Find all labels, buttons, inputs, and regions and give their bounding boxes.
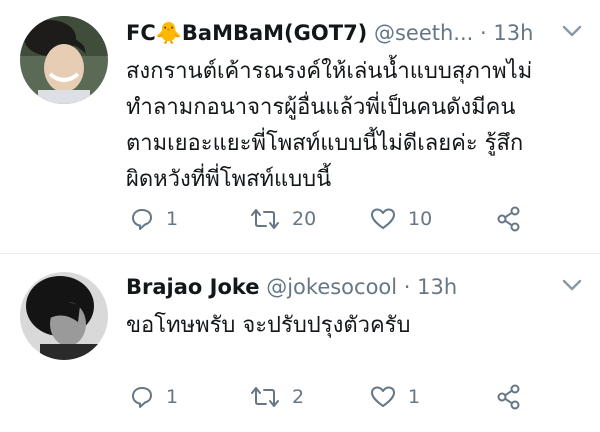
retweet-icon [251,387,279,407]
chevron-down-icon[interactable] [562,24,582,38]
retweet-count: 20 [292,208,317,230]
timestamp[interactable]: 13h [493,21,533,45]
like-button[interactable]: 1 [370,382,420,412]
chevron-down-icon[interactable] [562,278,582,292]
tweet-actions: 1 20 10 [126,204,546,234]
tweet[interactable]: Brajao Joke @jokesocool · 13h ขอโทษพรับ … [0,254,600,432]
retweet-icon [251,209,279,229]
tweet-header: Brajao Joke @jokesocool · 13h [126,270,560,304]
user-handle[interactable]: @seeth... [374,21,473,45]
reply-icon [132,209,152,230]
retweet-button[interactable]: 20 [250,204,316,234]
reply-icon [132,387,152,408]
avatar[interactable] [20,16,108,104]
separator-dot: · [480,21,487,45]
heart-icon [371,208,395,229]
separator-dot: · [403,275,411,299]
tweet-text-line: ทำลามกอนาจารผู้อื่นแล้วพี่เป็นคนดังมีคน [126,95,516,120]
tweet-header: FC🐥BaMBaM(GOT7) @seeth... · 13h [126,16,560,50]
retweet-button[interactable]: 2 [250,382,304,412]
retweet-count: 2 [292,386,305,408]
display-name[interactable]: FC🐥BaMBaM(GOT7) [126,21,367,45]
display-name[interactable]: Brajao Joke [126,275,260,299]
tweet-text-line: ตามเยอะแยะพี่โพสท์แบบนี้ไม่ดีเลยค่ะ รู้ส… [126,131,524,156]
reply-button[interactable]: 1 [130,382,178,412]
reply-count: 1 [166,386,179,408]
like-count: 1 [408,386,421,408]
avatar[interactable] [20,272,108,360]
share-button[interactable] [496,382,522,412]
tweet-actions: 1 2 1 [126,382,546,412]
tweet[interactable]: FC🐥BaMBaM(GOT7) @seeth... · 13h สงกรานต์… [0,0,600,254]
reply-count: 1 [166,208,179,230]
user-handle[interactable]: @jokesocool [266,275,397,299]
reply-button[interactable]: 1 [130,204,178,234]
share-button[interactable] [496,204,522,234]
share-icon [497,384,520,410]
tweet-text: สงกรานต์เค้ารณรงค์ให้เล่นน้ำแบบสุภาพไม่ … [126,54,576,198]
tweet-text: ขอโทษพรับ จะปรับปรุงตัวครับ [126,308,576,344]
tweet-text-line: สงกรานต์เค้ารณรงค์ให้เล่นน้ำแบบสุภาพไม่ [126,59,533,84]
timestamp[interactable]: 13h [417,275,457,299]
like-button[interactable]: 10 [370,204,432,234]
heart-icon [371,386,395,407]
tweet-text-line: ขอโทษพรับ จะปรับปรุงตัวครับ [126,313,411,338]
like-count: 10 [408,208,433,230]
tweet-text-line: ผิดหวังที่พี่โพสท์แบบนี้ [126,167,332,192]
share-icon [497,206,520,232]
